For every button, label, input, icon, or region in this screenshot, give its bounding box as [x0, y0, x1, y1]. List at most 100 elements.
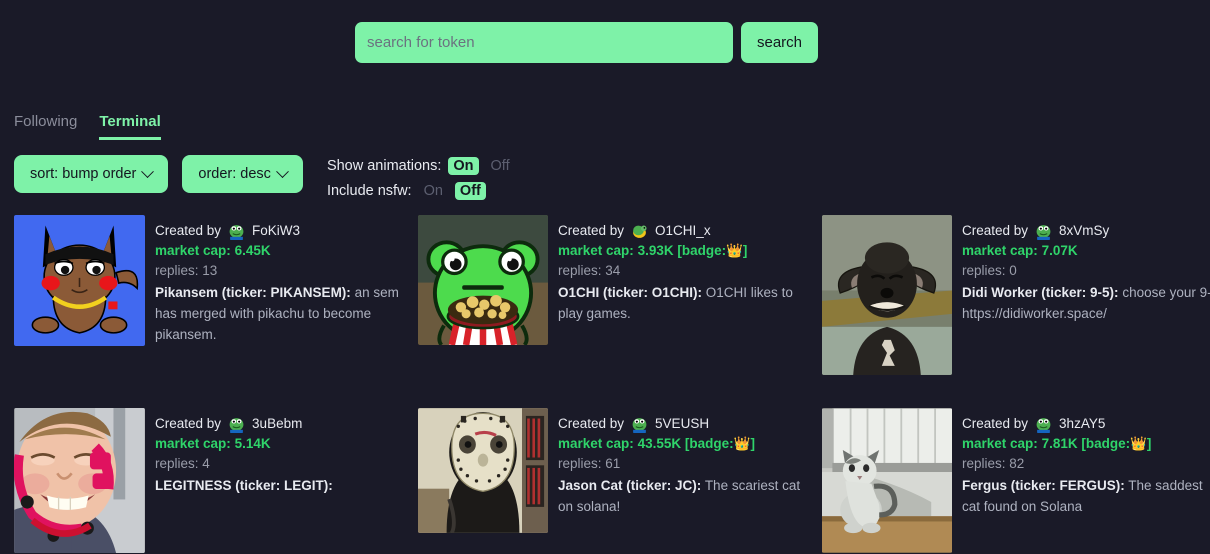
- status-badge: [badge:👑]: [685, 436, 755, 451]
- crown-icon: 👑: [1130, 436, 1147, 451]
- token-title: Pikansem (ticker: PIKANSEM):: [155, 285, 351, 300]
- replies-label: replies:: [962, 456, 1006, 471]
- chevron-down-icon: [141, 164, 155, 178]
- created-by-label: Created by: [155, 223, 222, 238]
- creator-line: Created by FoKiW3: [155, 221, 414, 241]
- market-cap-value: 3.93K: [637, 243, 674, 258]
- token-thumbnail[interactable]: [822, 215, 952, 375]
- replies-line: replies: 13: [155, 261, 414, 281]
- replies-label: replies:: [962, 263, 1006, 278]
- sort-dropdown-label: sort: bump order: [30, 166, 137, 182]
- pepe-avatar-icon: [1035, 222, 1053, 240]
- token-card[interactable]: Created by 3hzAY5 market cap: 7.81K [bad…: [822, 408, 1210, 554]
- creator-line: Created by 3hzAY5: [962, 414, 1210, 434]
- show-animations-label: Show animations:: [326, 158, 442, 174]
- market-cap-value: 5.14K: [234, 436, 271, 451]
- replies-line: replies: 4: [155, 454, 414, 474]
- pepe-avatar-icon: [1035, 415, 1053, 433]
- token-card[interactable]: Created by O1CHI_x market cap: 3.93K [ba…: [418, 215, 818, 407]
- badge-close-label: ]: [742, 243, 748, 258]
- search-button[interactable]: search: [741, 22, 819, 63]
- replies-line: replies: 82: [962, 454, 1210, 474]
- token-title: Fergus (ticker: FERGUS):: [962, 478, 1125, 493]
- toggle-group: Show animations: On Off Include nsfw: On…: [327, 155, 515, 201]
- badge-open-label: [badge:: [677, 243, 727, 258]
- badge-close-label: ]: [750, 436, 755, 451]
- include-nsfw-off[interactable]: Off: [454, 182, 486, 200]
- market-cap-value: 7.81K: [1041, 436, 1078, 451]
- token-meta: Created by O1CHI_x market cap: 3.93K [ba…: [558, 215, 818, 407]
- tab-bar: Following Terminal: [14, 113, 161, 140]
- replies-label: replies:: [558, 263, 602, 278]
- status-badge: [badge:👑]: [1081, 436, 1151, 451]
- token-description: LEGITNESS (ticker: LEGIT):: [155, 475, 414, 496]
- token-description: Didi Worker (ticker: 9-5): choose your 9…: [962, 282, 1210, 324]
- created-by-label: Created by: [155, 416, 222, 431]
- market-cap-label: market cap:: [558, 243, 634, 258]
- creator-name[interactable]: FoKiW3: [252, 221, 300, 241]
- pepe-avatar-icon: [631, 415, 649, 433]
- replies-count: 4: [202, 456, 210, 471]
- token-thumbnail[interactable]: [14, 215, 145, 346]
- token-description: Fergus (ticker: FERGUS): The saddest cat…: [962, 475, 1210, 517]
- order-dropdown[interactable]: order: desc: [182, 155, 303, 193]
- show-animations-on[interactable]: On: [448, 157, 479, 175]
- token-meta: Created by 5VEUSH market cap: 43.55K [ba…: [558, 408, 818, 554]
- token-thumbnail[interactable]: [418, 408, 548, 533]
- token-meta: Created by 3uBebm market cap: 5.14K repl…: [155, 408, 414, 554]
- badge-close-label: ]: [1146, 436, 1152, 451]
- market-cap-label: market cap:: [962, 436, 1038, 451]
- pepe-avatar-icon: [228, 415, 246, 433]
- badge-open-label: [badge:: [684, 436, 734, 451]
- token-thumbnail[interactable]: [418, 215, 548, 345]
- show-animations-toggle: Show animations: On Off: [327, 156, 515, 176]
- search-input[interactable]: [355, 22, 733, 63]
- creator-line: Created by 5VEUSH: [558, 414, 818, 434]
- creator-name[interactable]: 3hzAY5: [1059, 414, 1105, 434]
- search-bar: search: [355, 22, 819, 63]
- creator-name[interactable]: 5VEUSH: [655, 414, 709, 434]
- token-card[interactable]: Created by 8xVmSy market cap: 7.07K repl…: [822, 215, 1210, 407]
- creator-line: Created by 8xVmSy: [962, 221, 1210, 241]
- token-card[interactable]: Created by 3uBebm market cap: 5.14K repl…: [14, 408, 414, 554]
- token-meta: Created by 8xVmSy market cap: 7.07K repl…: [962, 215, 1210, 407]
- marketcap-line: market cap: 3.93K [badge:👑]: [558, 241, 818, 261]
- pepe-avatar-icon: [228, 222, 246, 240]
- token-thumbnail[interactable]: [14, 408, 145, 553]
- created-by-label: Created by: [558, 223, 625, 238]
- replies-count: 61: [605, 456, 621, 471]
- creator-name[interactable]: 3uBebm: [252, 414, 302, 434]
- sort-dropdown[interactable]: sort: bump order: [14, 155, 169, 193]
- replies-label: replies:: [155, 263, 199, 278]
- replies-count: 82: [1009, 456, 1025, 471]
- token-description: Pikansem (ticker: PIKANSEM): an sem has …: [155, 282, 414, 345]
- token-thumbnail[interactable]: [822, 408, 952, 553]
- show-animations-off[interactable]: Off: [486, 157, 515, 175]
- badge-open-label: [badge:: [1081, 436, 1131, 451]
- crown-icon: 👑: [726, 243, 743, 258]
- creator-name[interactable]: O1CHI_x: [655, 221, 711, 241]
- tab-following[interactable]: Following: [14, 113, 77, 140]
- market-cap-value: 6.45K: [234, 243, 271, 258]
- marketcap-line: market cap: 43.55K [badge:👑]: [558, 434, 818, 454]
- market-cap-value: 43.55K: [637, 436, 682, 451]
- green-turtle-avatar-icon: [631, 222, 649, 240]
- token-title: LEGITNESS (ticker: LEGIT):: [155, 478, 333, 493]
- token-description: O1CHI (ticker: O1CHI): O1CHI likes to pl…: [558, 282, 818, 324]
- market-cap-label: market cap:: [558, 436, 634, 451]
- token-grid: Created by FoKiW3 market cap: 6.45K repl…: [14, 215, 1210, 554]
- token-title: O1CHI (ticker: O1CHI):: [558, 285, 703, 300]
- token-description: Jason Cat (ticker: JC): The scariest cat…: [558, 475, 818, 517]
- market-cap-label: market cap:: [155, 243, 231, 258]
- creator-name[interactable]: 8xVmSy: [1059, 221, 1109, 241]
- token-card[interactable]: Created by FoKiW3 market cap: 6.45K repl…: [14, 215, 414, 407]
- token-meta: Created by 3hzAY5 market cap: 7.81K [bad…: [962, 408, 1210, 554]
- token-card[interactable]: Created by 5VEUSH market cap: 43.55K [ba…: [418, 408, 818, 554]
- marketcap-line: market cap: 5.14K: [155, 434, 414, 454]
- include-nsfw-on[interactable]: On: [419, 182, 448, 200]
- replies-line: replies: 61: [558, 454, 818, 474]
- replies-line: replies: 34: [558, 261, 818, 281]
- chevron-down-icon: [276, 164, 289, 178]
- market-cap-label: market cap:: [155, 436, 231, 451]
- tab-terminal[interactable]: Terminal: [99, 113, 161, 140]
